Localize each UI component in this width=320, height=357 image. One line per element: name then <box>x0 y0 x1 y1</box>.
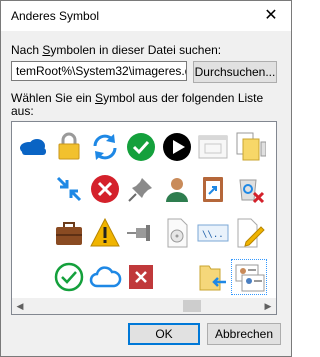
horizontal-scrollbar[interactable]: ◀ ▶ <box>12 298 276 314</box>
briefcase-icon[interactable] <box>52 216 86 250</box>
document-pencil-icon[interactable] <box>232 216 266 250</box>
icon-list-label-suffix: ymbol aus der folgenden Liste <box>103 91 264 105</box>
change-icon-dialog: Anderes Symbol ✕ Nach Symbolen in dieser… <box>0 0 292 357</box>
user-person-icon[interactable] <box>160 172 194 206</box>
icon-list-label-prefix: Wählen Sie ein <box>11 91 96 105</box>
cancel-button[interactable]: Abbrechen <box>207 323 281 345</box>
padlock-icon[interactable] <box>52 130 86 164</box>
push-pin-horizontal-icon[interactable] <box>124 216 158 250</box>
onedrive-cloud-icon[interactable] <box>16 130 50 164</box>
document-disc-icon[interactable] <box>160 216 194 250</box>
cloud-outline-icon[interactable] <box>88 260 122 294</box>
network-path-icon[interactable]: \\.. <box>196 216 230 250</box>
search-label: Nach Symbolen in dieser Datei suchen: <box>11 43 221 57</box>
title-bar: Anderes Symbol ✕ <box>1 1 291 31</box>
ok-button[interactable]: OK <box>128 323 200 345</box>
recycle-bin-x-icon[interactable] <box>232 172 266 206</box>
scroll-right-arrow-icon[interactable]: ▶ <box>260 298 276 314</box>
folder-arrow-icon[interactable] <box>196 260 230 294</box>
file-path-input[interactable]: temRoot%\System32\imageres.dll <box>11 61 187 81</box>
red-x-circle-icon[interactable] <box>88 172 122 206</box>
red-x-square-icon[interactable] <box>124 260 158 294</box>
clipboard-shortcut-icon[interactable] <box>196 172 230 206</box>
checkmark-outline-icon[interactable] <box>52 260 86 294</box>
scroll-left-arrow-icon[interactable]: ◀ <box>12 298 28 314</box>
close-icon[interactable]: ✕ <box>255 1 287 31</box>
green-checkmark-icon[interactable] <box>124 130 158 164</box>
dialog-title: Anderes Symbol <box>11 9 100 23</box>
svg-text:\\..: \\.. <box>202 230 224 240</box>
pin-icon[interactable] <box>124 172 158 206</box>
icon-list-label-line1: Wählen Sie ein Symbol aus der folgenden … <box>11 91 263 105</box>
contacts-card-icon[interactable] <box>231 259 267 295</box>
documents-stack-icon[interactable] <box>232 130 266 164</box>
browse-button[interactable]: Durchsuchen... <box>193 61 277 83</box>
icon-list[interactable]: \\.. ◀ ▶ <box>11 121 277 315</box>
window-terminal-icon[interactable] <box>196 130 230 164</box>
warning-triangle-icon[interactable] <box>88 216 122 250</box>
search-label-prefix: Nach <box>11 43 43 57</box>
play-circle-icon[interactable] <box>160 130 194 164</box>
search-label-suffix: ymbolen in dieser Datei suchen: <box>50 43 222 57</box>
sync-arrows-icon[interactable] <box>88 130 122 164</box>
icon-list-label-accelerator: S <box>95 91 104 105</box>
shrink-arrows-icon[interactable] <box>52 172 86 206</box>
icon-list-label-line2: aus: <box>11 104 34 118</box>
scrollbar-thumb[interactable] <box>183 300 201 312</box>
